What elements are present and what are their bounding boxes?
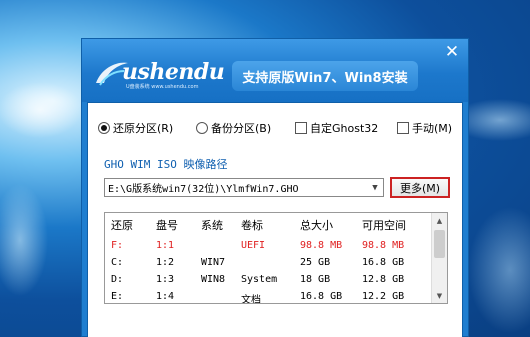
table-cell: 16.8 GB <box>300 291 343 302</box>
window-title: 支持原版Win7、Win8安装 <box>232 61 418 91</box>
column-header: 盘号 <box>156 219 178 232</box>
column-header: 系统 <box>201 219 223 232</box>
image-path-value: E:\G版系统win7(32位)\YlmfWin7.GHO <box>108 184 299 195</box>
table-cell: System <box>241 274 278 285</box>
partition-table: 还原 盘号 系统 卷标 总大小 可用空间 F: 1:1 UEFI 98.8 MB… <box>104 212 448 304</box>
scroll-up-icon[interactable]: ▲ <box>432 213 447 228</box>
table-cell: F: <box>111 240 124 251</box>
option-label: 备份分区(B) <box>211 122 272 135</box>
table-header: 还原 盘号 系统 卷标 总大小 可用空间 <box>105 217 431 235</box>
close-icon: ✕ <box>444 42 460 62</box>
close-button[interactable]: ✕ <box>440 42 464 62</box>
option-label: 手动(M) <box>412 122 453 135</box>
column-header: 还原 <box>111 219 133 232</box>
table-row[interactable]: D: 1:3 WIN8 System 18 GB 12.8 GB <box>105 274 431 292</box>
table-cell: 1:4 <box>156 291 175 302</box>
table-cell: 98.8 MB <box>362 240 405 251</box>
table-cell: E: <box>111 291 124 302</box>
scroll-down-icon[interactable]: ▼ <box>432 288 447 303</box>
table-row[interactable]: C: 1:2 WIN7 25 GB 16.8 GB <box>105 257 431 275</box>
table-cell: 1:2 <box>156 257 175 268</box>
option-label: 自定Ghost32 <box>310 122 379 135</box>
installer-window: ushendu U盘装系统 www.ushendu.com 支持原版Win7、W… <box>81 38 469 337</box>
table-cell: WIN7 <box>201 257 226 268</box>
column-header: 总大小 <box>300 219 333 232</box>
chevron-down-icon[interactable]: ▼ <box>367 179 383 196</box>
table-cell: C: <box>111 257 124 268</box>
table-row[interactable]: F: 1:1 UEFI 98.8 MB 98.8 MB <box>105 240 431 258</box>
table-cell: 18 GB <box>300 274 331 285</box>
checkbox-unchecked-icon <box>295 122 307 134</box>
scrollbar-thumb[interactable] <box>434 230 445 258</box>
image-path-label: GHO WIM ISO 映像路径 <box>104 158 228 171</box>
option-label: 还原分区(R) <box>113 122 174 135</box>
restore-partition-radio[interactable]: 还原分区(R) <box>98 120 173 136</box>
table-scrollbar[interactable]: ▲ ▼ <box>431 213 447 303</box>
table-cell: D: <box>111 274 124 285</box>
table-cell: 1:3 <box>156 274 175 285</box>
table-cell: 16.8 GB <box>362 257 405 268</box>
table-row[interactable]: E: 1:4 文档 16.8 GB 12.2 GB <box>105 291 431 304</box>
table-cell: 文档 <box>241 295 261 304</box>
image-path-dropdown[interactable]: E:\G版系统win7(32位)\YlmfWin7.GHO ▼ <box>104 178 384 197</box>
title-bar: ushendu U盘装系统 www.ushendu.com 支持原版Win7、W… <box>82 39 468 102</box>
logo-subtitle: U盘装系统 www.ushendu.com <box>126 84 199 90</box>
table-cell: 1:1 <box>156 240 175 251</box>
main-panel: 还原分区(R) 备份分区(B) 自定Ghost32 手动(M) GHO WIM … <box>87 102 463 337</box>
table-cell: 12.8 GB <box>362 274 405 285</box>
table-cell: UEFI <box>241 240 266 251</box>
ushendu-logo: ushendu U盘装系统 www.ushendu.com <box>92 53 227 93</box>
table-cell: 98.8 MB <box>300 240 343 251</box>
radio-checked-icon <box>98 122 110 134</box>
logo-text: ushendu <box>122 59 225 85</box>
radio-unchecked-icon <box>196 122 208 134</box>
checkbox-unchecked-icon <box>397 122 409 134</box>
column-header: 可用空间 <box>362 219 406 232</box>
column-header: 卷标 <box>241 219 263 232</box>
table-cell: 25 GB <box>300 257 331 268</box>
table-cell: WIN8 <box>201 274 226 285</box>
more-button[interactable]: 更多(M) <box>390 177 450 198</box>
manual-checkbox[interactable]: 手动(M) <box>397 120 452 136</box>
table-cell: 12.2 GB <box>362 291 405 302</box>
mode-options: 还原分区(R) 备份分区(B) 自定Ghost32 手动(M) <box>88 120 464 138</box>
custom-ghost32-checkbox[interactable]: 自定Ghost32 <box>295 120 378 136</box>
backup-partition-radio[interactable]: 备份分区(B) <box>196 120 271 136</box>
